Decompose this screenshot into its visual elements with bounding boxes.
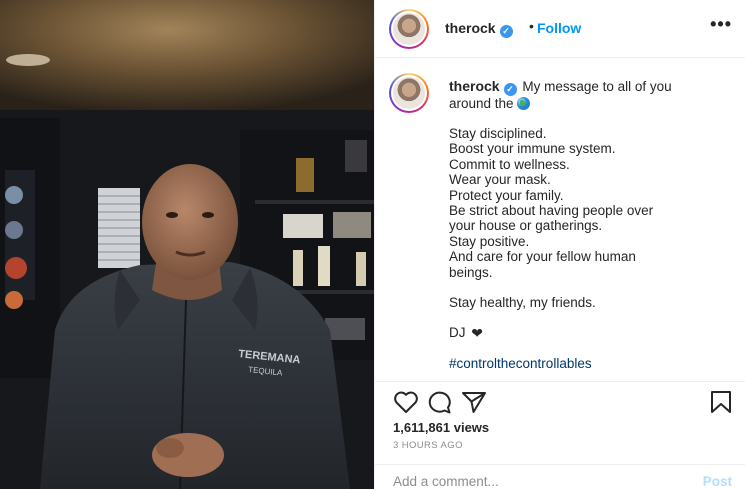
caption-username[interactable]: therock ✓ [449, 78, 517, 96]
post-header: therock ✓ • Follow ••• [375, 0, 745, 58]
verified-check-icon: ✓ [499, 25, 513, 38]
header-username[interactable]: therock ✓ [445, 20, 513, 38]
post-comment-button[interactable]: Post [703, 474, 732, 489]
caption-signoff: DJ [449, 324, 466, 340]
earth-globe-icon [517, 97, 531, 110]
save-bookmark-icon[interactable] [710, 390, 732, 414]
caption-avatar[interactable] [389, 73, 429, 113]
comment-bubble-icon[interactable] [427, 390, 453, 414]
comment-row: Post [375, 464, 745, 489]
caption-username-text[interactable]: therock [449, 78, 500, 94]
post-caption: therock ✓ My message to all of you around… [449, 78, 734, 371]
caption-closing: Stay healthy, my friends. [449, 294, 596, 310]
caption-line: Stay positive. [449, 233, 530, 249]
username-text[interactable]: therock [445, 20, 496, 36]
heart-icon: ❤ [471, 324, 483, 341]
caption-line: Wear your mask. [449, 172, 551, 188]
follow-button[interactable]: Follow [537, 20, 581, 36]
separator-dot: • [529, 18, 534, 34]
post-actions: 1,611,861 views 3 HOURS AGO Post [375, 381, 745, 489]
post-side-panel: therock ✓ • Follow ••• therock ✓ My messag… [374, 0, 745, 489]
view-count[interactable]: 1,611,861 views [393, 420, 489, 435]
avatar[interactable] [389, 9, 429, 49]
caption-line: Boost your immune system. [449, 141, 616, 157]
more-options-icon[interactable]: ••• [710, 14, 732, 35]
share-direct-icon[interactable] [461, 390, 487, 414]
hashtag-link[interactable]: #controlthecontrollables [449, 356, 592, 371]
video-frame-illustration: TEREMANA TEQUILA [0, 0, 374, 489]
caption-line: beings. [449, 264, 493, 280]
like-heart-icon[interactable] [393, 390, 419, 414]
caption-intro-line2: around the [449, 96, 514, 111]
caption-line: your house or gatherings. [449, 218, 603, 234]
caption-line: Protect your family. [449, 187, 564, 203]
caption-line: Be strict about having people over [449, 203, 654, 219]
verified-check-icon: ✓ [503, 83, 517, 96]
caption-line: Commit to wellness. [449, 156, 570, 172]
caption-area: therock ✓ My message to all of you around… [375, 59, 745, 381]
caption-line: Stay disciplined. [449, 126, 547, 141]
caption-intro: My message to all of you [522, 79, 672, 94]
comment-input[interactable] [393, 474, 663, 489]
post-timestamp[interactable]: 3 HOURS AGO [393, 440, 463, 451]
caption-line: And care for your fellow human [449, 249, 636, 265]
post-media[interactable]: TEREMANA TEQUILA [0, 0, 374, 489]
